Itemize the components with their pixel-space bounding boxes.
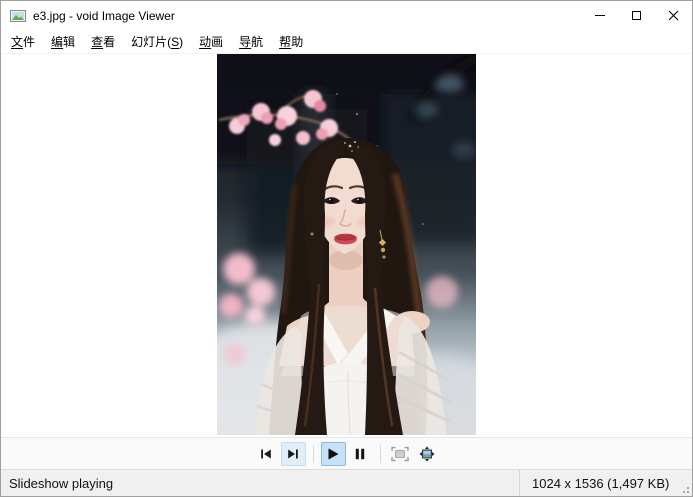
fit-window-button[interactable] bbox=[388, 442, 413, 466]
menu-item-help[interactable]: 帮助 bbox=[271, 30, 311, 53]
toolbar-separator bbox=[312, 444, 314, 463]
menu-item-slideshow[interactable]: 幻灯片(S) bbox=[123, 30, 191, 53]
maximize-button[interactable] bbox=[618, 1, 655, 30]
skip-next-icon bbox=[288, 449, 298, 458]
minimize-icon bbox=[594, 15, 605, 16]
close-icon bbox=[668, 10, 679, 21]
minimize-button[interactable] bbox=[581, 1, 618, 30]
menu-item-edit[interactable]: 编辑 bbox=[43, 30, 83, 53]
window-title: e3.jpg - void Image Viewer bbox=[33, 8, 175, 23]
caption-buttons bbox=[581, 1, 692, 30]
toolbar-separator bbox=[379, 444, 381, 463]
pause-button[interactable] bbox=[348, 442, 373, 466]
app-window: e3.jpg - void Image Viewer 文件 编辑 查看 幻灯片(… bbox=[0, 0, 693, 497]
close-button[interactable] bbox=[655, 1, 692, 30]
image-viewport[interactable] bbox=[1, 54, 692, 437]
maximize-icon bbox=[632, 11, 641, 20]
titlebar: e3.jpg - void Image Viewer bbox=[1, 1, 692, 30]
resize-grip[interactable] bbox=[680, 484, 690, 494]
next-frame-button[interactable] bbox=[280, 441, 306, 466]
menu-item-navigation[interactable]: 导航 bbox=[231, 30, 271, 53]
play-icon bbox=[328, 448, 339, 459]
previous-frame-button[interactable] bbox=[254, 442, 279, 466]
menu-item-file[interactable]: 文件 bbox=[3, 30, 43, 53]
statusbar: Slideshow playing 1024 x 1536 (1,497 KB) bbox=[1, 469, 692, 496]
fit-window-icon bbox=[391, 446, 409, 461]
photo-canvas[interactable] bbox=[217, 54, 476, 435]
menu-item-view[interactable]: 查看 bbox=[83, 30, 123, 53]
menu-item-animation[interactable]: 动画 bbox=[191, 30, 231, 53]
pause-icon bbox=[355, 448, 365, 459]
menubar: 文件 编辑 查看 幻灯片(S) 动画 导航 帮助 bbox=[1, 30, 692, 54]
play-button[interactable] bbox=[320, 441, 346, 466]
status-message: Slideshow playing bbox=[1, 470, 520, 496]
skip-previous-icon bbox=[261, 449, 271, 458]
fit-image-icon bbox=[419, 446, 435, 461]
portrait-photo bbox=[217, 54, 476, 435]
image-dimensions: 1024 x 1536 (1,497 KB) bbox=[532, 475, 670, 491]
image-file-icon bbox=[10, 9, 26, 22]
playback-toolbar bbox=[1, 437, 692, 469]
fit-image-button[interactable] bbox=[415, 442, 440, 466]
